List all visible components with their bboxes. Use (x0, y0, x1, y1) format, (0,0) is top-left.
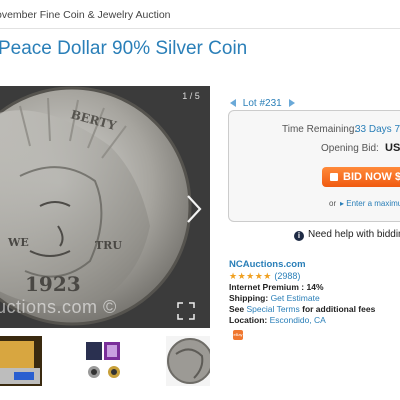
internet-premium: Internet Premium : 14% (229, 282, 324, 292)
svg-text:WE: WE (7, 236, 29, 249)
or-text: or (329, 199, 337, 208)
info-icon: i (294, 231, 304, 241)
location-value: Escondido, CA (269, 315, 326, 325)
rating-stars: ★★★★★ (229, 271, 272, 281)
terms-suffix: for additional fees (302, 304, 376, 314)
time-remaining-label: Time Remaining: (282, 124, 358, 135)
auction-name[interactable]: ovember Fine Coin & Jewelry Auction (0, 9, 171, 21)
opening-bid-value: US (385, 142, 400, 154)
lot-number: Lot #231 (242, 98, 282, 109)
lot-navigation: Lot #231 (230, 98, 295, 109)
image-counter: 1 / 5 (182, 91, 200, 101)
terms-prefix: See (229, 304, 245, 314)
main-coin-image[interactable]: WE TRU 1923 BERTY (0, 86, 210, 328)
seller-name-link[interactable]: NCAuctions.com (229, 259, 306, 270)
bidding-help-link[interactable]: i Need help with biddin (294, 229, 400, 241)
bid-now-label: BID NOW $ (343, 171, 400, 183)
previous-lot-icon[interactable] (230, 99, 236, 108)
expand-icon[interactable] (176, 300, 196, 322)
special-terms-link[interactable]: Special Terms (247, 304, 300, 314)
next-image-icon[interactable] (182, 192, 206, 226)
max-bid-link[interactable]: ▸ Enter a maximu (340, 199, 400, 208)
seller-rating[interactable]: ★★★★★ (2988) (229, 271, 300, 282)
lot-title: Peace Dollar 90% Silver Coin (0, 38, 248, 59)
opening-bid-label: Opening Bid: (321, 143, 379, 154)
special-terms: See Special Terms for additional fees (229, 304, 375, 314)
location-info: Location: Escondido, CA (229, 315, 326, 325)
time-remaining-value: 33 Days 7 I (355, 124, 400, 135)
thumbnail-1[interactable] (0, 336, 42, 386)
premium-label: Internet Premium : (229, 282, 305, 292)
svg-text:TRU: TRU (95, 239, 122, 252)
thumbnail-2[interactable] (80, 336, 126, 386)
thumbnail-3[interactable] (166, 336, 210, 386)
shipping-label: Shipping: (229, 293, 269, 303)
ebay-badge-icon[interactable]: eBay (233, 330, 243, 340)
header-divider (0, 28, 400, 29)
premium-value: 14% (306, 282, 324, 292)
gavel-icon (330, 173, 338, 181)
shipping-estimate-link[interactable]: Get Estimate (271, 293, 320, 303)
shipping-info: Shipping: Get Estimate (229, 293, 320, 303)
next-lot-icon[interactable] (288, 99, 295, 108)
coin-photo: WE TRU 1923 BERTY (0, 86, 210, 328)
rating-count: (2988) (274, 271, 301, 281)
help-text: Need help with biddin (308, 229, 400, 240)
location-label: Location: (229, 315, 268, 325)
image-watermark: uctions.com © (0, 297, 117, 317)
svg-text:1923: 1923 (25, 272, 81, 296)
bid-now-button[interactable]: BID NOW $ (322, 167, 400, 187)
